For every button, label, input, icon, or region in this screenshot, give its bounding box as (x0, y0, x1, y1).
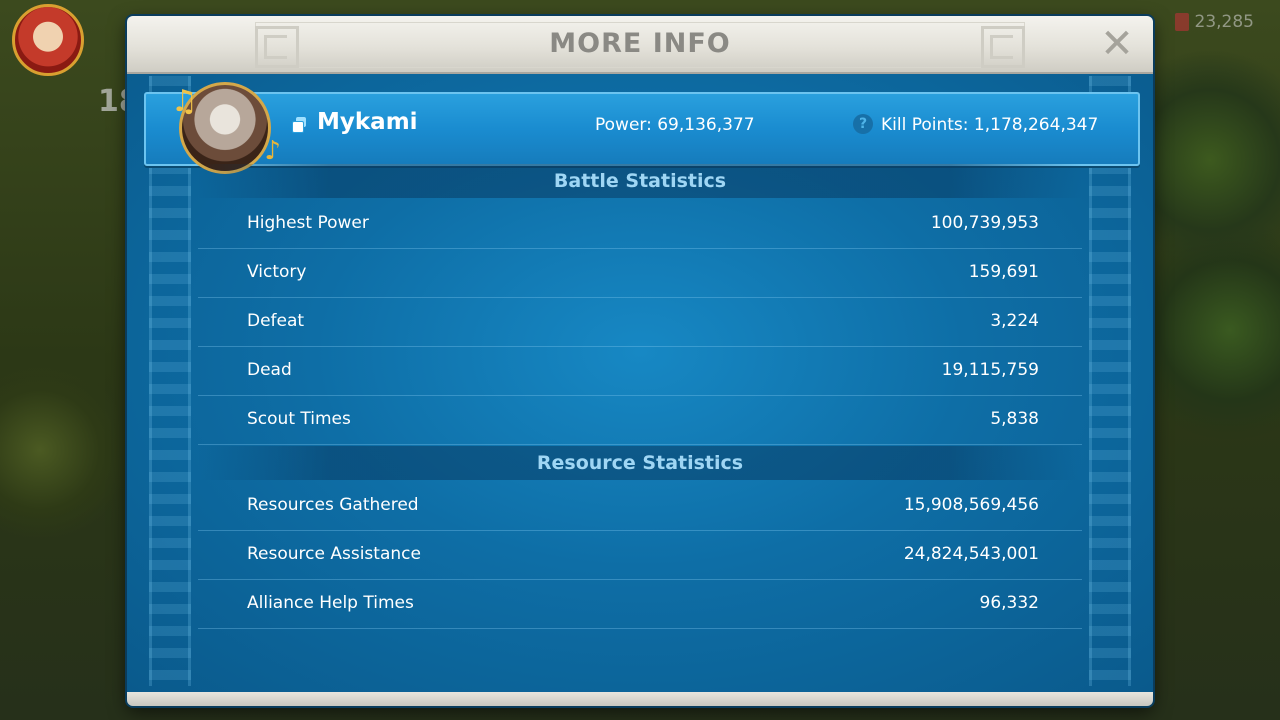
right-greek-border (1089, 76, 1131, 686)
dialog-title: MORE INFO (549, 28, 731, 59)
gem-count: 23,285 (1194, 12, 1254, 32)
stat-label: Victory (247, 262, 307, 282)
stat-row-highest-power: Highest Power 100,739,953 (198, 200, 1082, 249)
stat-row-dead: Dead 19,115,759 (198, 347, 1082, 396)
gem-counter[interactable]: 23,285 (1174, 12, 1254, 32)
player-avatar-frame[interactable]: ♫ ♪ (171, 78, 281, 178)
gem-icon (1174, 13, 1189, 31)
stat-row-resource-assistance: Resource Assistance 24,824,543,001 (198, 531, 1082, 580)
close-button[interactable]: ✕ (1095, 22, 1139, 66)
stat-row-victory: Victory 159,691 (198, 249, 1082, 298)
stat-value: 159,691 (968, 262, 1039, 282)
resource-statistics-heading: Resource Statistics (198, 446, 1082, 480)
stat-value: 5,838 (990, 409, 1039, 429)
stat-label: Resource Assistance (247, 544, 421, 564)
stat-row-resources-gathered: Resources Gathered 15,908,569,456 (198, 482, 1082, 531)
stat-label: Resources Gathered (247, 495, 419, 515)
player-kill-points: Kill Points: 1,178,264,347 (881, 115, 1099, 135)
stat-value: 96,332 (979, 593, 1039, 613)
music-note-icon: ♫ (171, 84, 198, 119)
stat-label: Dead (247, 360, 292, 380)
close-icon: ✕ (1100, 21, 1134, 67)
music-note-icon: ♪ (264, 136, 281, 166)
player-power: Power: 69,136,377 (595, 115, 755, 135)
stat-row-alliance-help-times: Alliance Help Times 96,332 (198, 580, 1082, 629)
stat-value: 15,908,569,456 (903, 495, 1039, 515)
stat-value: 100,739,953 (930, 213, 1039, 233)
dialog-footer (127, 692, 1153, 706)
battle-statistics-heading: Battle Statistics (198, 164, 1082, 198)
stat-label: Scout Times (247, 409, 351, 429)
stat-label: Highest Power (247, 213, 369, 233)
copy-icon[interactable] (292, 117, 306, 133)
dialog-header: MORE INFO ✕ (127, 16, 1153, 74)
stat-label: Alliance Help Times (247, 593, 414, 613)
governor-avatar[interactable] (12, 4, 84, 76)
stat-value: 19,115,759 (941, 360, 1039, 380)
stat-value: 3,224 (990, 311, 1039, 331)
stat-label: Defeat (247, 311, 305, 331)
player-name: Mykami (317, 109, 418, 135)
help-icon[interactable]: ? (853, 114, 873, 134)
stat-row-scout-times: Scout Times 5,838 (198, 396, 1082, 445)
stat-row-defeat: Defeat 3,224 (198, 298, 1082, 347)
stat-value: 24,824,543,001 (903, 544, 1039, 564)
